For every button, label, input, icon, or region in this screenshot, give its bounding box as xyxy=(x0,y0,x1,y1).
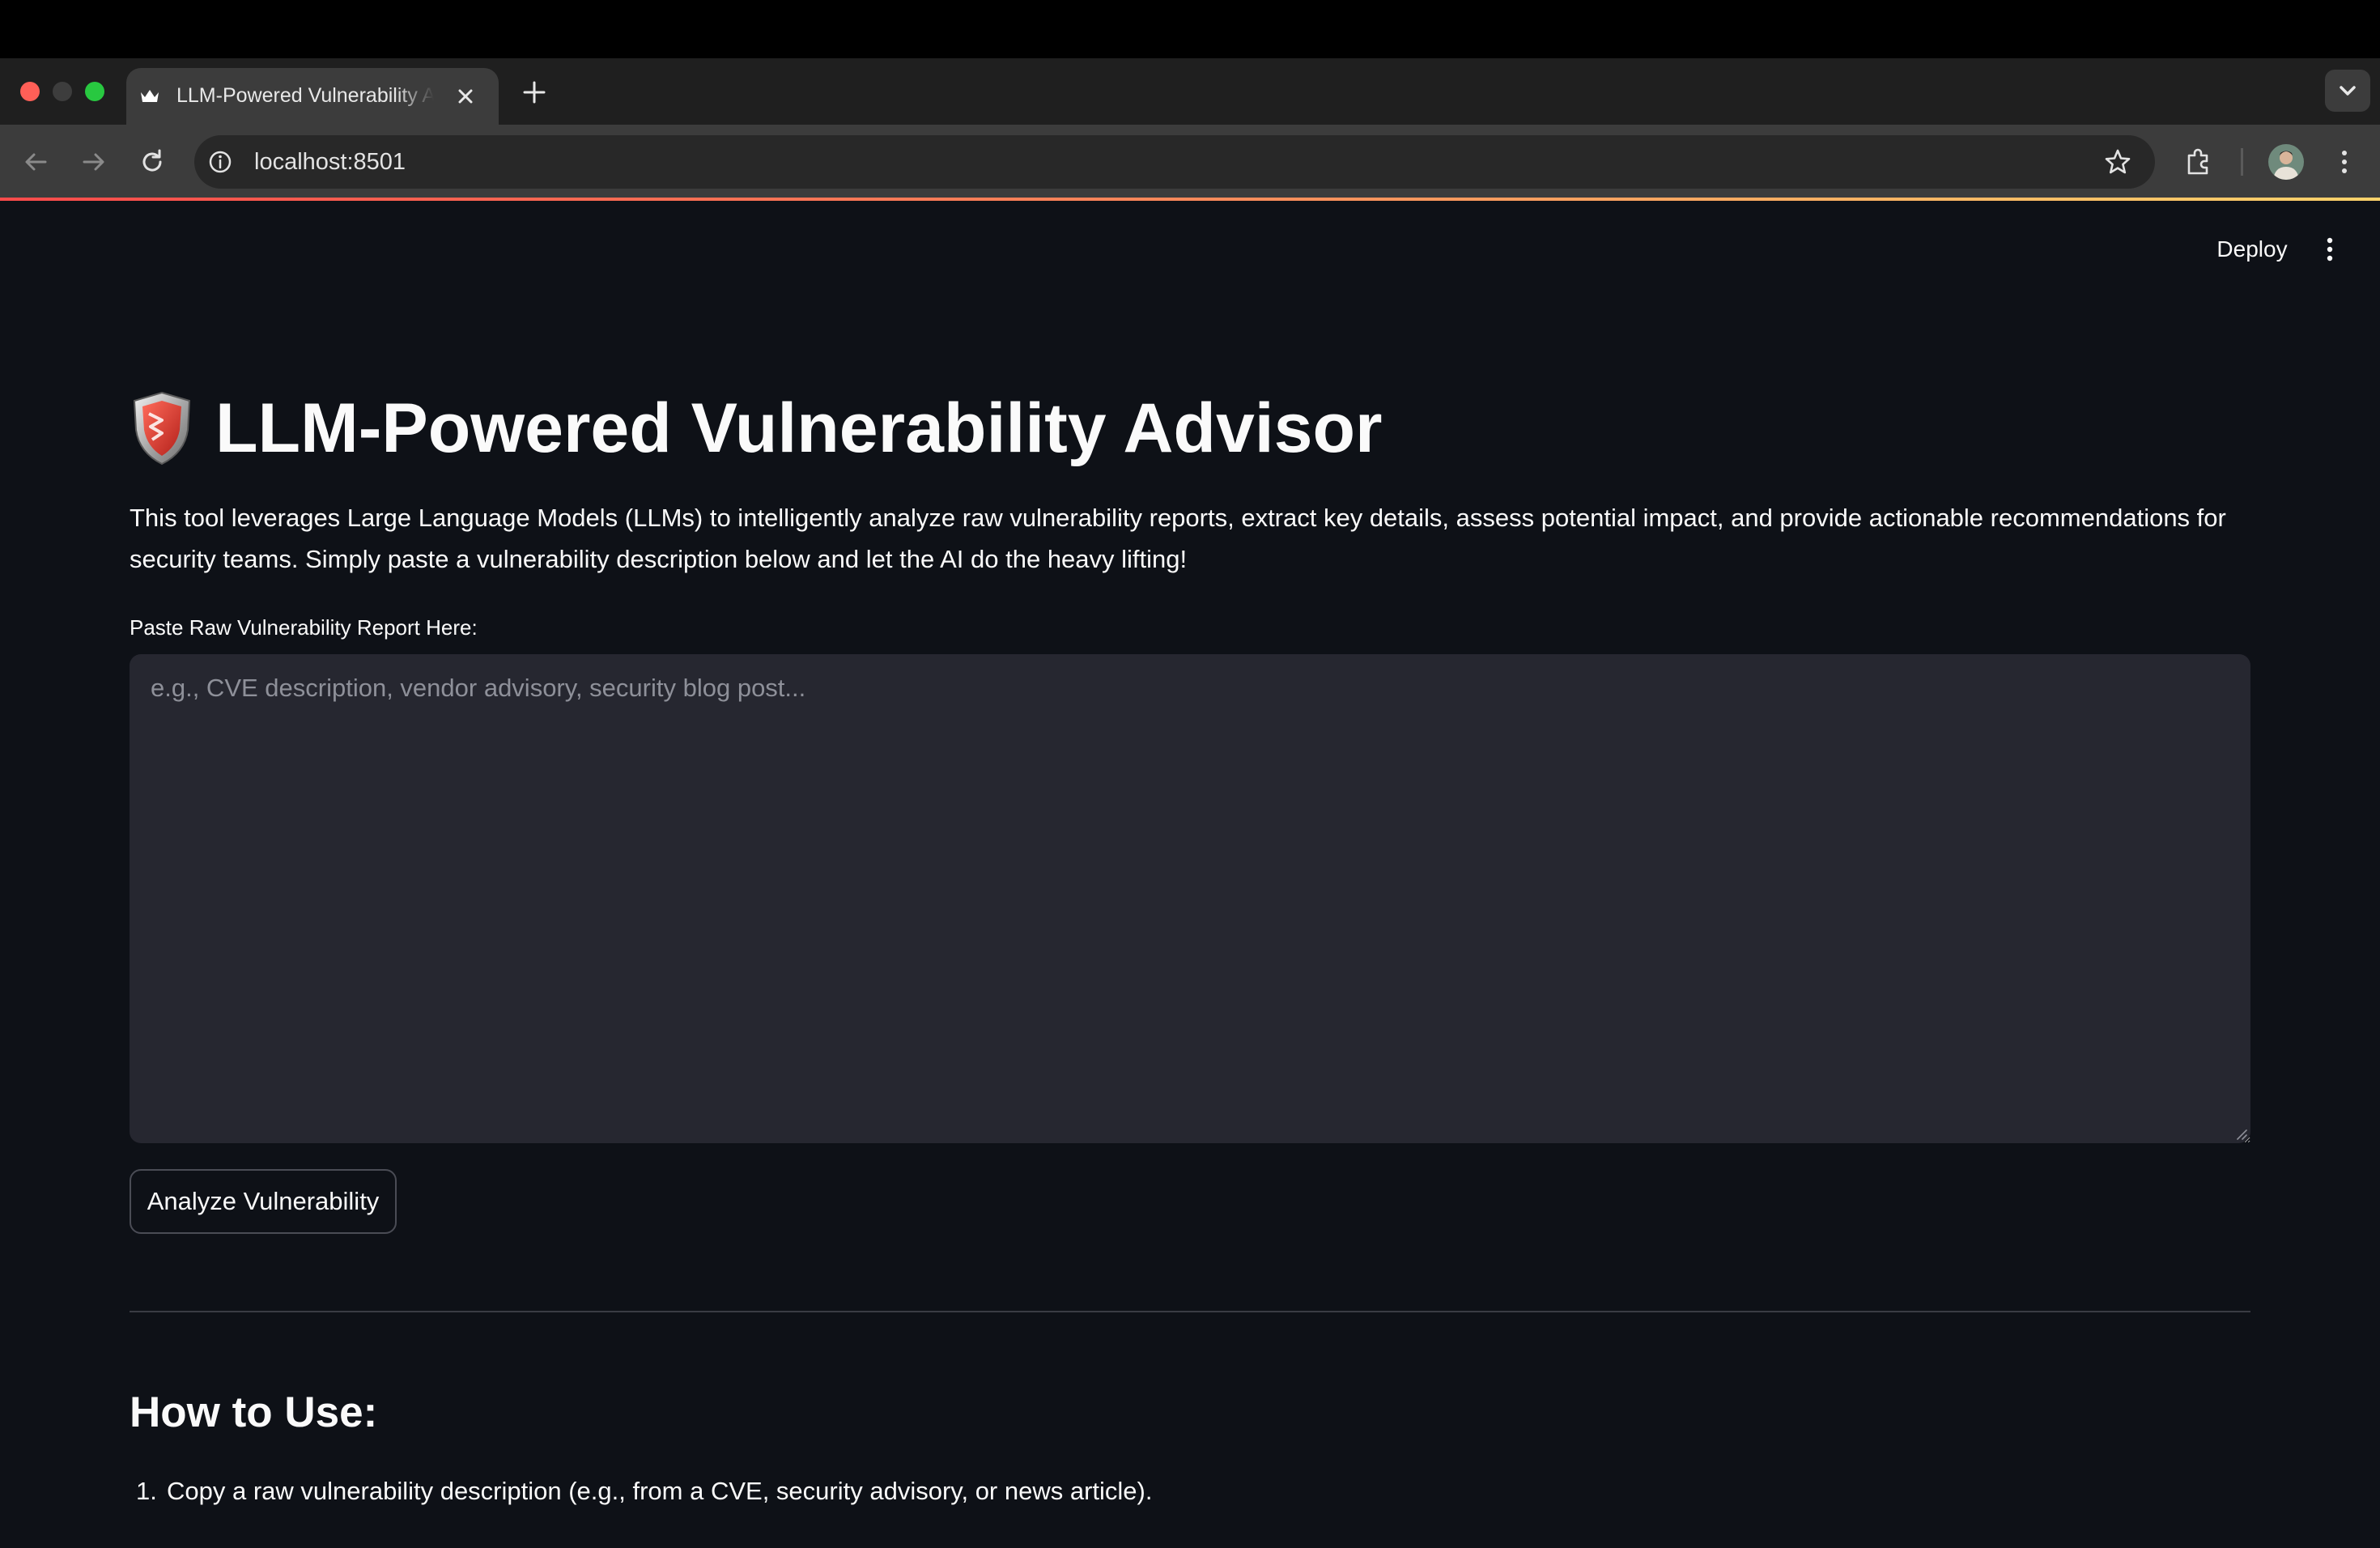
extensions-puzzle-icon[interactable] xyxy=(2181,144,2216,180)
profile-avatar-image xyxy=(2268,144,2304,180)
chevron-down-icon xyxy=(2340,86,2356,96)
step-text: Copy a raw vulnerability description (e.… xyxy=(167,1477,1153,1505)
page-title-row: LLM-Powered Vulnerability Advisor xyxy=(130,384,1383,473)
step-number: 1. xyxy=(136,1477,157,1505)
resize-handle-icon[interactable] xyxy=(2234,1127,2247,1140)
minimize-window-button[interactable] xyxy=(53,82,72,101)
toolbar-separator xyxy=(2241,148,2243,176)
section-divider xyxy=(130,1311,2250,1312)
reload-icon[interactable] xyxy=(136,146,168,178)
new-tab-icon[interactable] xyxy=(518,76,550,108)
bookmark-star-icon[interactable] xyxy=(2103,147,2132,176)
browser-tab[interactable]: LLM-Powered Vulnerability Advisor xyxy=(126,68,499,125)
tab-title: LLM-Powered Vulnerability Advisor xyxy=(176,84,434,107)
report-input-label: Paste Raw Vulnerability Report Here: xyxy=(130,615,478,640)
site-info-icon[interactable] xyxy=(207,149,233,175)
close-window-button[interactable] xyxy=(20,82,40,101)
report-textarea[interactable] xyxy=(130,654,2250,1143)
list-item: 1. Copy a raw vulnerability description … xyxy=(130,1472,1152,1511)
back-arrow-icon[interactable] xyxy=(19,146,52,178)
page-title: LLM-Powered Vulnerability Advisor xyxy=(215,389,1383,467)
tab-search-button[interactable] xyxy=(2325,70,2370,112)
how-to-steps: 1. Copy a raw vulnerability description … xyxy=(130,1472,1152,1511)
forward-arrow-icon[interactable] xyxy=(78,146,110,178)
intro-paragraph: This tool leverages Large Language Model… xyxy=(130,504,2226,573)
deploy-button[interactable]: Deploy xyxy=(2204,232,2301,267)
maximize-window-button[interactable] xyxy=(85,82,104,101)
how-to-heading: How to Use: xyxy=(130,1389,378,1436)
streamlit-crown-icon xyxy=(141,90,159,102)
shield-icon xyxy=(133,391,191,466)
app-top-accent-bar xyxy=(0,198,2380,201)
profile-avatar[interactable] xyxy=(2268,144,2304,180)
url-text[interactable]: localhost:8501 xyxy=(254,146,406,178)
app-menu-icon[interactable] xyxy=(2314,233,2346,266)
close-tab-icon[interactable] xyxy=(453,84,478,108)
address-bar[interactable]: localhost:8501 xyxy=(194,135,2155,189)
analyze-vulnerability-button[interactable]: Analyze Vulnerability xyxy=(130,1169,397,1234)
browser-menu-icon[interactable] xyxy=(2327,144,2362,180)
top-bezel xyxy=(0,0,2380,58)
